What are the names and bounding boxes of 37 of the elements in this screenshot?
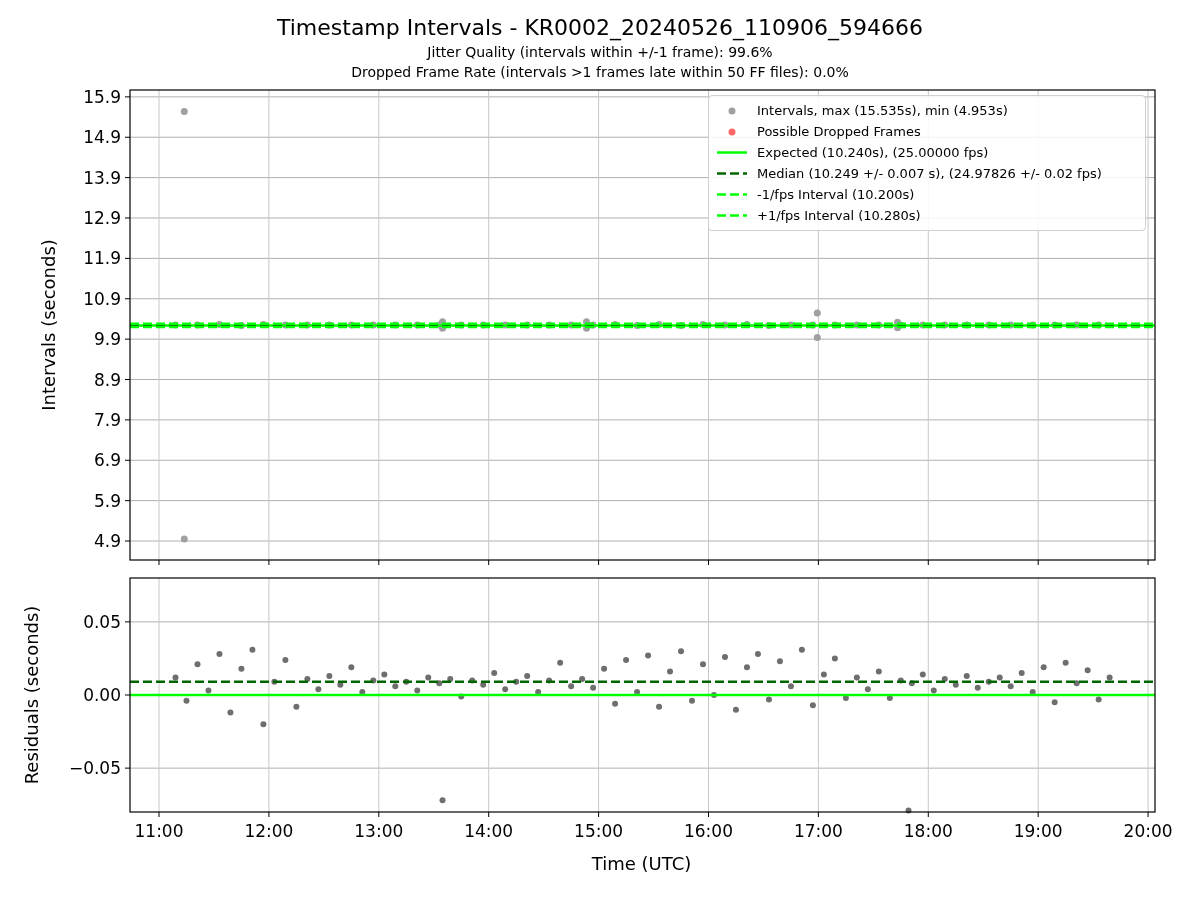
axis-tick-label: 8.9 — [93, 369, 121, 390]
axis-tick-label: 15:00 — [574, 821, 624, 841]
axis-label: Residuals (seconds) — [21, 605, 42, 785]
axis-tick-label: 14.9 — [83, 127, 121, 148]
axis-tick-label: 19:00 — [1013, 821, 1063, 841]
axis-tick-label: 11:00 — [134, 821, 184, 841]
axis-tick-label: 6.9 — [93, 450, 121, 471]
legend-label: +1/fps Interval (10.280s) — [757, 208, 921, 223]
axis-tick-label: 13.9 — [83, 167, 121, 188]
axis-tick-label: 20:00 — [1123, 821, 1173, 841]
legend-label: -1/fps Interval (10.200s) — [757, 187, 915, 202]
axis-tick-label: 10.9 — [83, 288, 121, 309]
legend-label: Possible Dropped Frames — [757, 124, 921, 139]
axis-tick-label: 4.9 — [93, 531, 121, 551]
axis-label: Time (UTC) — [591, 853, 692, 874]
legend-label: Expected (10.240s), (25.00000 fps) — [757, 145, 989, 160]
axis-tick-label: 14:00 — [464, 821, 514, 841]
axis-tick-label: 7.9 — [93, 409, 121, 430]
axis-tick-label: 16:00 — [684, 821, 733, 841]
axis-tick-label: 12.9 — [83, 208, 121, 228]
axis-tick-label: 17:00 — [793, 821, 843, 841]
chart-subtitle: Jitter Quality (intervals within +/-1 frame): 99.6% — [427, 43, 773, 62]
legend-label: Intervals, max (15.535s), min (4.953s) — [757, 103, 1008, 118]
axis-tick-label: 13:00 — [354, 821, 404, 841]
axis-tick-label: 12:00 — [244, 821, 294, 841]
axis-tick-label: 11.9 — [83, 248, 121, 269]
axis-tick-label: 18:00 — [903, 821, 953, 841]
axis-tick-label: 0.05 — [83, 611, 121, 632]
chart-subtitle: Dropped Frame Rate (intervals >1 frames late within 50 FF files): 0.0% — [351, 63, 849, 82]
legend-label: Median (10.249 +/- 0.007 s), (24.97826 +/- 0.02 fps) — [757, 166, 1102, 181]
chart-title: Timestamp Intervals - KR0002_20240526_110906_594666 — [276, 14, 924, 42]
axis-tick-label: 9.9 — [93, 329, 121, 350]
axis-label: Intervals (seconds) — [38, 239, 59, 411]
axis-tick-label: 5.9 — [93, 490, 121, 511]
axis-tick-label: −0.05 — [68, 758, 121, 779]
axis-tick-label: 0.00 — [83, 685, 121, 705]
axis-tick-label: 15.9 — [83, 88, 121, 107]
